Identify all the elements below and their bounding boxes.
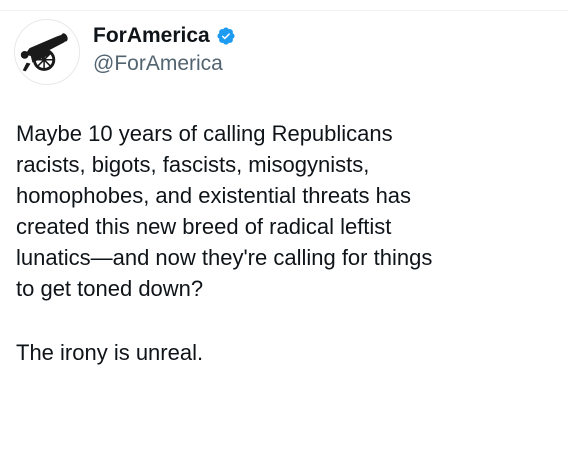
avatar[interactable] bbox=[14, 19, 80, 85]
cannon-icon bbox=[20, 33, 68, 72]
display-name[interactable]: ForAmerica bbox=[93, 22, 210, 50]
account-handle[interactable]: @ForAmerica bbox=[93, 50, 223, 78]
tweet-text: Maybe 10 years of calling Republicans ra… bbox=[16, 118, 561, 368]
tweet-paragraph: The irony is unreal. bbox=[16, 340, 204, 365]
display-name-row: ForAmerica bbox=[93, 22, 236, 50]
top-divider bbox=[0, 10, 568, 11]
verified-badge-icon bbox=[217, 27, 235, 45]
tweet-paragraph: Maybe 10 years of calling Republicans ra… bbox=[16, 121, 433, 301]
